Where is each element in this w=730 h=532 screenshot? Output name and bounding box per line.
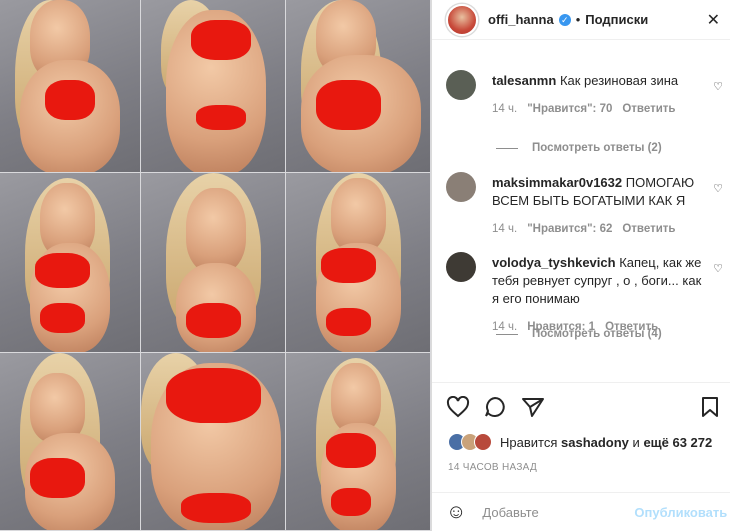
comment-meta: 14 ч. "Нравится": 62 Ответить bbox=[492, 220, 702, 238]
collage-photo-2 bbox=[141, 0, 286, 173]
comment-time: 14 ч. bbox=[492, 103, 518, 115]
comment-item: talesanmn Как резиновая зина 14 ч. "Нрав… bbox=[432, 58, 730, 154]
share-paper-plane-icon[interactable] bbox=[521, 396, 545, 424]
comment-item: volodya_tyshkevich Капец, как же тебя ре… bbox=[432, 240, 730, 338]
collage-photo-3 bbox=[286, 0, 431, 173]
comments-list: talesanmn Как резиновая зина 14 ч. "Нрав… bbox=[432, 58, 730, 340]
header-separator: • bbox=[575, 12, 581, 27]
likes-count[interactable]: ещё 63 272 bbox=[643, 435, 712, 450]
comment-body: talesanmn Как резиновая зина 14 ч. "Нрав… bbox=[492, 58, 702, 154]
collage-photo-5 bbox=[141, 173, 286, 353]
collage-photo-8 bbox=[141, 353, 286, 531]
likes-text: Нравится sashadony и ещё 63 272 bbox=[500, 435, 712, 450]
comment-meta: 14 ч. "Нравится": 70 Ответить bbox=[492, 100, 702, 118]
comment-time: 14 ч. bbox=[492, 321, 518, 333]
post-side-panel: offi_hanna ✓ • Подписки ✕ talesanmn Как … bbox=[431, 0, 730, 531]
comment-reply-button[interactable]: Ответить bbox=[622, 220, 675, 238]
comment-username[interactable]: talesanmn bbox=[492, 73, 556, 88]
comment-meta: 14 ч. Нравится: 1 Ответить bbox=[492, 318, 702, 336]
comment-avatar[interactable] bbox=[446, 172, 476, 202]
verified-badge-icon: ✓ bbox=[558, 13, 571, 26]
comment-body: volodya_tyshkevich Капец, как же тебя ре… bbox=[492, 240, 702, 338]
collage-photo-1 bbox=[0, 0, 141, 173]
post-media-collage[interactable] bbox=[0, 0, 431, 531]
emoji-smile-icon[interactable]: ☺ bbox=[446, 501, 466, 524]
comment-avatar[interactable] bbox=[446, 252, 476, 282]
more-options-icon[interactable]: ✕ bbox=[707, 10, 720, 30]
comment-likes[interactable]: Нравится: 1 bbox=[527, 318, 595, 336]
comment-item: maksimmakar0v1632 ПОМОГАЮ ВСЕМ БЫТЬ БОГА… bbox=[432, 160, 730, 240]
liker-avatar bbox=[474, 433, 492, 451]
post-timestamp[interactable]: 14 ЧАСОВ НАЗАД bbox=[448, 462, 537, 473]
comment-reply-button[interactable]: Ответить bbox=[605, 318, 658, 336]
post-actions-bar bbox=[432, 382, 730, 437]
likes-conjunction: и bbox=[632, 434, 640, 450]
author-avatar[interactable] bbox=[446, 3, 478, 36]
like-comment-heart-icon[interactable]: ♡ bbox=[713, 80, 723, 93]
comment-likes[interactable]: "Нравится": 70 bbox=[527, 100, 612, 118]
collage-photo-7 bbox=[0, 353, 141, 531]
publish-button[interactable]: Опубликовать bbox=[634, 505, 727, 520]
comment-time: 14 ч. bbox=[492, 223, 518, 235]
comment-body: maksimmakar0v1632 ПОМОГАЮ ВСЕМ БЫТЬ БОГА… bbox=[492, 160, 702, 240]
post-header: offi_hanna ✓ • Подписки ✕ bbox=[432, 0, 730, 40]
likes-summary[interactable]: Нравится sashadony и ещё 63 272 bbox=[448, 433, 712, 451]
comment-bubble-icon[interactable] bbox=[483, 396, 507, 424]
collage-photo-6 bbox=[286, 173, 431, 353]
like-heart-icon[interactable] bbox=[446, 395, 470, 424]
likes-prefix: Нравится bbox=[500, 434, 558, 450]
save-bookmark-icon[interactable] bbox=[700, 396, 720, 424]
like-comment-heart-icon[interactable]: ♡ bbox=[713, 182, 723, 195]
comment-text: Как резиновая зина bbox=[559, 73, 679, 88]
collage-photo-9 bbox=[286, 353, 431, 531]
comment-likes[interactable]: "Нравится": 62 bbox=[527, 220, 612, 238]
author-username[interactable]: offi_hanna bbox=[488, 12, 554, 27]
add-comment-bar: ☺ Опубликовать bbox=[432, 492, 730, 532]
liker-username[interactable]: sashadony bbox=[561, 435, 629, 450]
comment-avatar[interactable] bbox=[446, 70, 476, 100]
comment-reply-button[interactable]: Ответить bbox=[622, 100, 675, 118]
comment-username[interactable]: volodya_tyshkevich bbox=[492, 255, 616, 270]
like-comment-heart-icon[interactable]: ♡ bbox=[713, 262, 723, 275]
collage-photo-4 bbox=[0, 173, 141, 353]
comment-username[interactable]: maksimmakar0v1632 bbox=[492, 175, 622, 190]
add-comment-input[interactable] bbox=[480, 504, 635, 521]
follow-status-button[interactable]: Подписки bbox=[585, 12, 648, 27]
